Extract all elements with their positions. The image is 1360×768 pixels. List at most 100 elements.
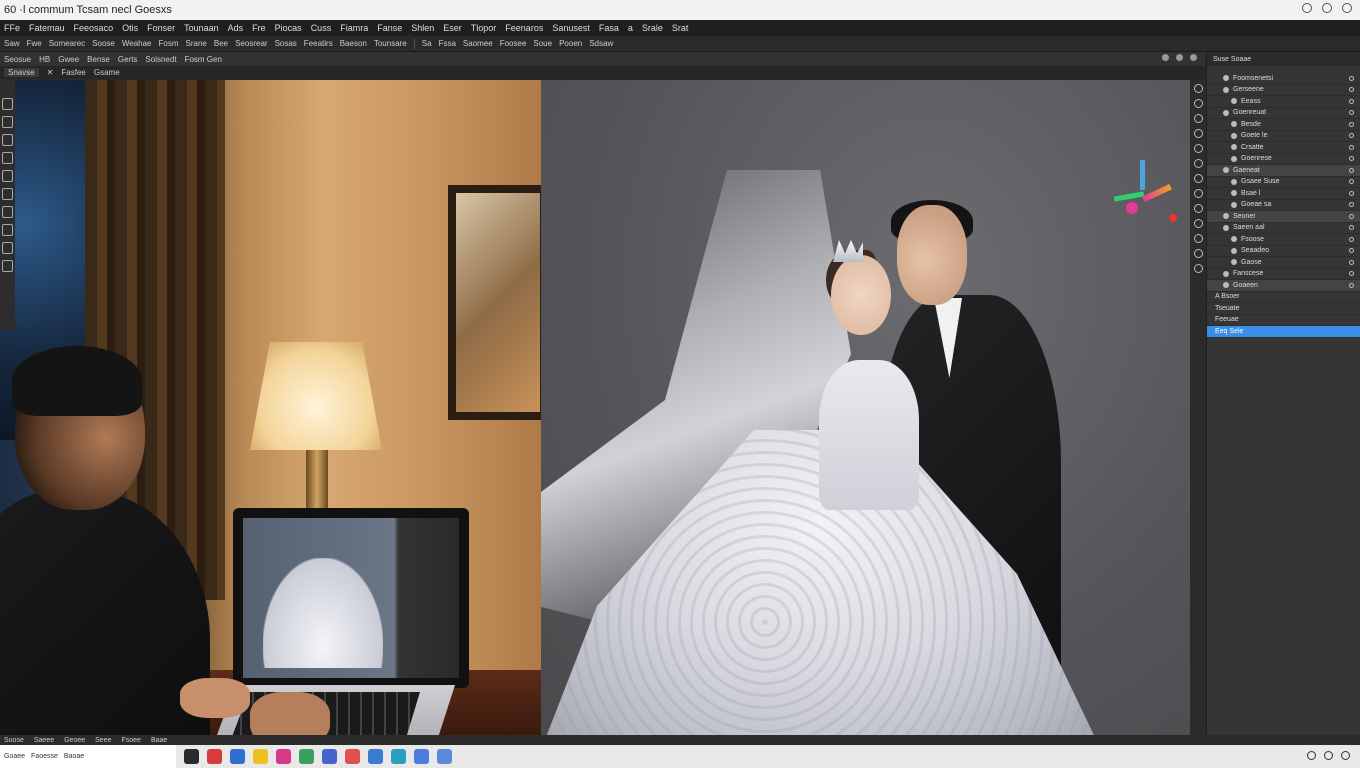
eye-icon[interactable]: [1231, 190, 1237, 197]
eye-icon[interactable]: [1223, 109, 1229, 116]
option-item[interactable]: Sosas: [275, 39, 297, 48]
layer-row[interactable]: Foomsenetsi: [1207, 73, 1360, 85]
layer-row[interactable]: Fsoose: [1207, 234, 1360, 246]
taskbar-label[interactable]: Baoae: [64, 753, 84, 760]
menu-item[interactable]: Eser: [443, 23, 462, 33]
menu-item[interactable]: Tlopor: [471, 23, 497, 33]
layer-row[interactable]: Feeuae: [1207, 315, 1360, 326]
tab-item[interactable]: HB: [39, 55, 50, 64]
menu-item[interactable]: Srale: [642, 23, 663, 33]
close-icon[interactable]: ✕: [47, 68, 54, 77]
eye-icon[interactable]: [1231, 247, 1237, 254]
layer-row[interactable]: Seaadeo: [1207, 246, 1360, 257]
option-item[interactable]: Saomee: [463, 39, 493, 48]
option-item[interactable]: Tounsare: [374, 39, 407, 48]
lock-icon[interactable]: [1349, 248, 1354, 254]
image-canvas[interactable]: [0, 80, 1190, 735]
layer-row[interactable]: Fanscese: [1207, 269, 1360, 280]
layer-row[interactable]: Goete le: [1207, 131, 1360, 142]
tab-item[interactable]: Seosue: [4, 55, 31, 64]
layer-row[interactable]: A Bsoer: [1207, 292, 1360, 303]
gizmo-y-axis[interactable]: [1140, 160, 1145, 190]
text-tool-icon[interactable]: [2, 242, 13, 254]
menu-item[interactable]: Sanusest: [552, 23, 590, 33]
menu-item[interactable]: Otis: [122, 23, 138, 33]
layer-row-selected[interactable]: Eeq Sele: [1207, 326, 1360, 338]
settings-icon[interactable]: [1162, 54, 1169, 61]
zoom-tool-icon[interactable]: [2, 260, 13, 272]
crop-tool-icon[interactable]: [2, 152, 13, 164]
eye-icon[interactable]: [1223, 282, 1229, 289]
menu-item[interactable]: a: [628, 23, 633, 33]
menu-item[interactable]: Feeosaco: [74, 23, 114, 33]
app-icon[interactable]: [207, 749, 222, 764]
eye-icon[interactable]: [1231, 144, 1237, 151]
channels-icon[interactable]: [1193, 174, 1203, 183]
eye-icon[interactable]: [1231, 236, 1237, 243]
lock-icon[interactable]: [1349, 167, 1354, 173]
app-icon[interactable]: [414, 749, 429, 764]
app-icon[interactable]: [345, 749, 360, 764]
maximize-icon[interactable]: [1322, 3, 1332, 13]
eye-icon[interactable]: [1231, 98, 1237, 105]
gizmo-z-axis[interactable]: [1142, 183, 1172, 203]
lock-icon[interactable]: [1349, 236, 1354, 242]
app-icon[interactable]: [299, 749, 314, 764]
layer-row[interactable]: Saeen aal: [1207, 223, 1360, 234]
menu-item[interactable]: Fanse: [377, 23, 402, 33]
menu-item[interactable]: Fonser: [147, 23, 175, 33]
pen-tool-icon[interactable]: [2, 224, 13, 236]
tab-item[interactable]: Gerts: [118, 55, 138, 64]
styles-icon[interactable]: [1193, 204, 1203, 213]
lock-icon[interactable]: [1349, 87, 1354, 93]
menu-item[interactable]: Srat: [672, 23, 689, 33]
eye-icon[interactable]: [1223, 213, 1229, 220]
app-icon[interactable]: [230, 749, 245, 764]
gizmo-handle[interactable]: [1126, 202, 1138, 214]
option-item[interactable]: Weahae: [122, 39, 152, 48]
actions-icon[interactable]: [1193, 264, 1203, 273]
adjustments-icon[interactable]: [1193, 114, 1203, 123]
lock-icon[interactable]: [1349, 190, 1354, 196]
color-icon[interactable]: [1193, 129, 1203, 138]
option-item[interactable]: Feeatirs: [304, 39, 333, 48]
option-item[interactable]: Fwe: [27, 39, 42, 48]
layer-row[interactable]: Eeass: [1207, 96, 1360, 108]
lasso-tool-icon[interactable]: [2, 134, 13, 146]
gizmo-handle[interactable]: [1169, 214, 1177, 222]
app-icon[interactable]: [391, 749, 406, 764]
eye-icon[interactable]: [1231, 155, 1237, 162]
close-icon[interactable]: [1342, 3, 1352, 13]
notification-icon[interactable]: [1341, 751, 1350, 760]
collapse-icon[interactable]: [1176, 54, 1183, 61]
volume-icon[interactable]: [1324, 751, 1333, 760]
option-item[interactable]: Pooen: [559, 39, 582, 48]
eraser-tool-icon[interactable]: [2, 206, 13, 218]
taskbar-label[interactable]: Goaee: [4, 753, 25, 760]
lock-icon[interactable]: [1349, 121, 1354, 127]
layer-row[interactable]: Tseuate: [1207, 303, 1360, 315]
lock-icon[interactable]: [1349, 156, 1354, 162]
layer-row[interactable]: Goeae sa: [1207, 200, 1360, 211]
lock-icon[interactable]: [1349, 98, 1354, 104]
swatches-icon[interactable]: [1193, 144, 1203, 153]
lock-icon[interactable]: [1349, 225, 1354, 231]
menu-item[interactable]: Cuss: [311, 23, 332, 33]
app-icon[interactable]: [322, 749, 337, 764]
brush-tool-icon[interactable]: [2, 170, 13, 182]
menu-item[interactable]: Shlen: [411, 23, 434, 33]
navigator-icon[interactable]: [1193, 249, 1203, 258]
move-tool-icon[interactable]: [2, 98, 13, 110]
layer-row[interactable]: Goenrese: [1207, 154, 1360, 165]
eye-icon[interactable]: [1231, 259, 1237, 266]
gizmo-x-axis[interactable]: [1113, 191, 1145, 202]
option-item[interactable]: Saw: [4, 39, 20, 48]
marquee-tool-icon[interactable]: [2, 116, 13, 128]
menu-item[interactable]: Fatemau: [29, 23, 65, 33]
lock-icon[interactable]: [1349, 133, 1354, 139]
info-icon[interactable]: [1193, 234, 1203, 243]
eye-icon[interactable]: [1223, 270, 1229, 277]
eye-icon[interactable]: [1231, 132, 1237, 139]
lock-icon[interactable]: [1349, 179, 1354, 185]
eye-icon[interactable]: [1223, 167, 1229, 174]
